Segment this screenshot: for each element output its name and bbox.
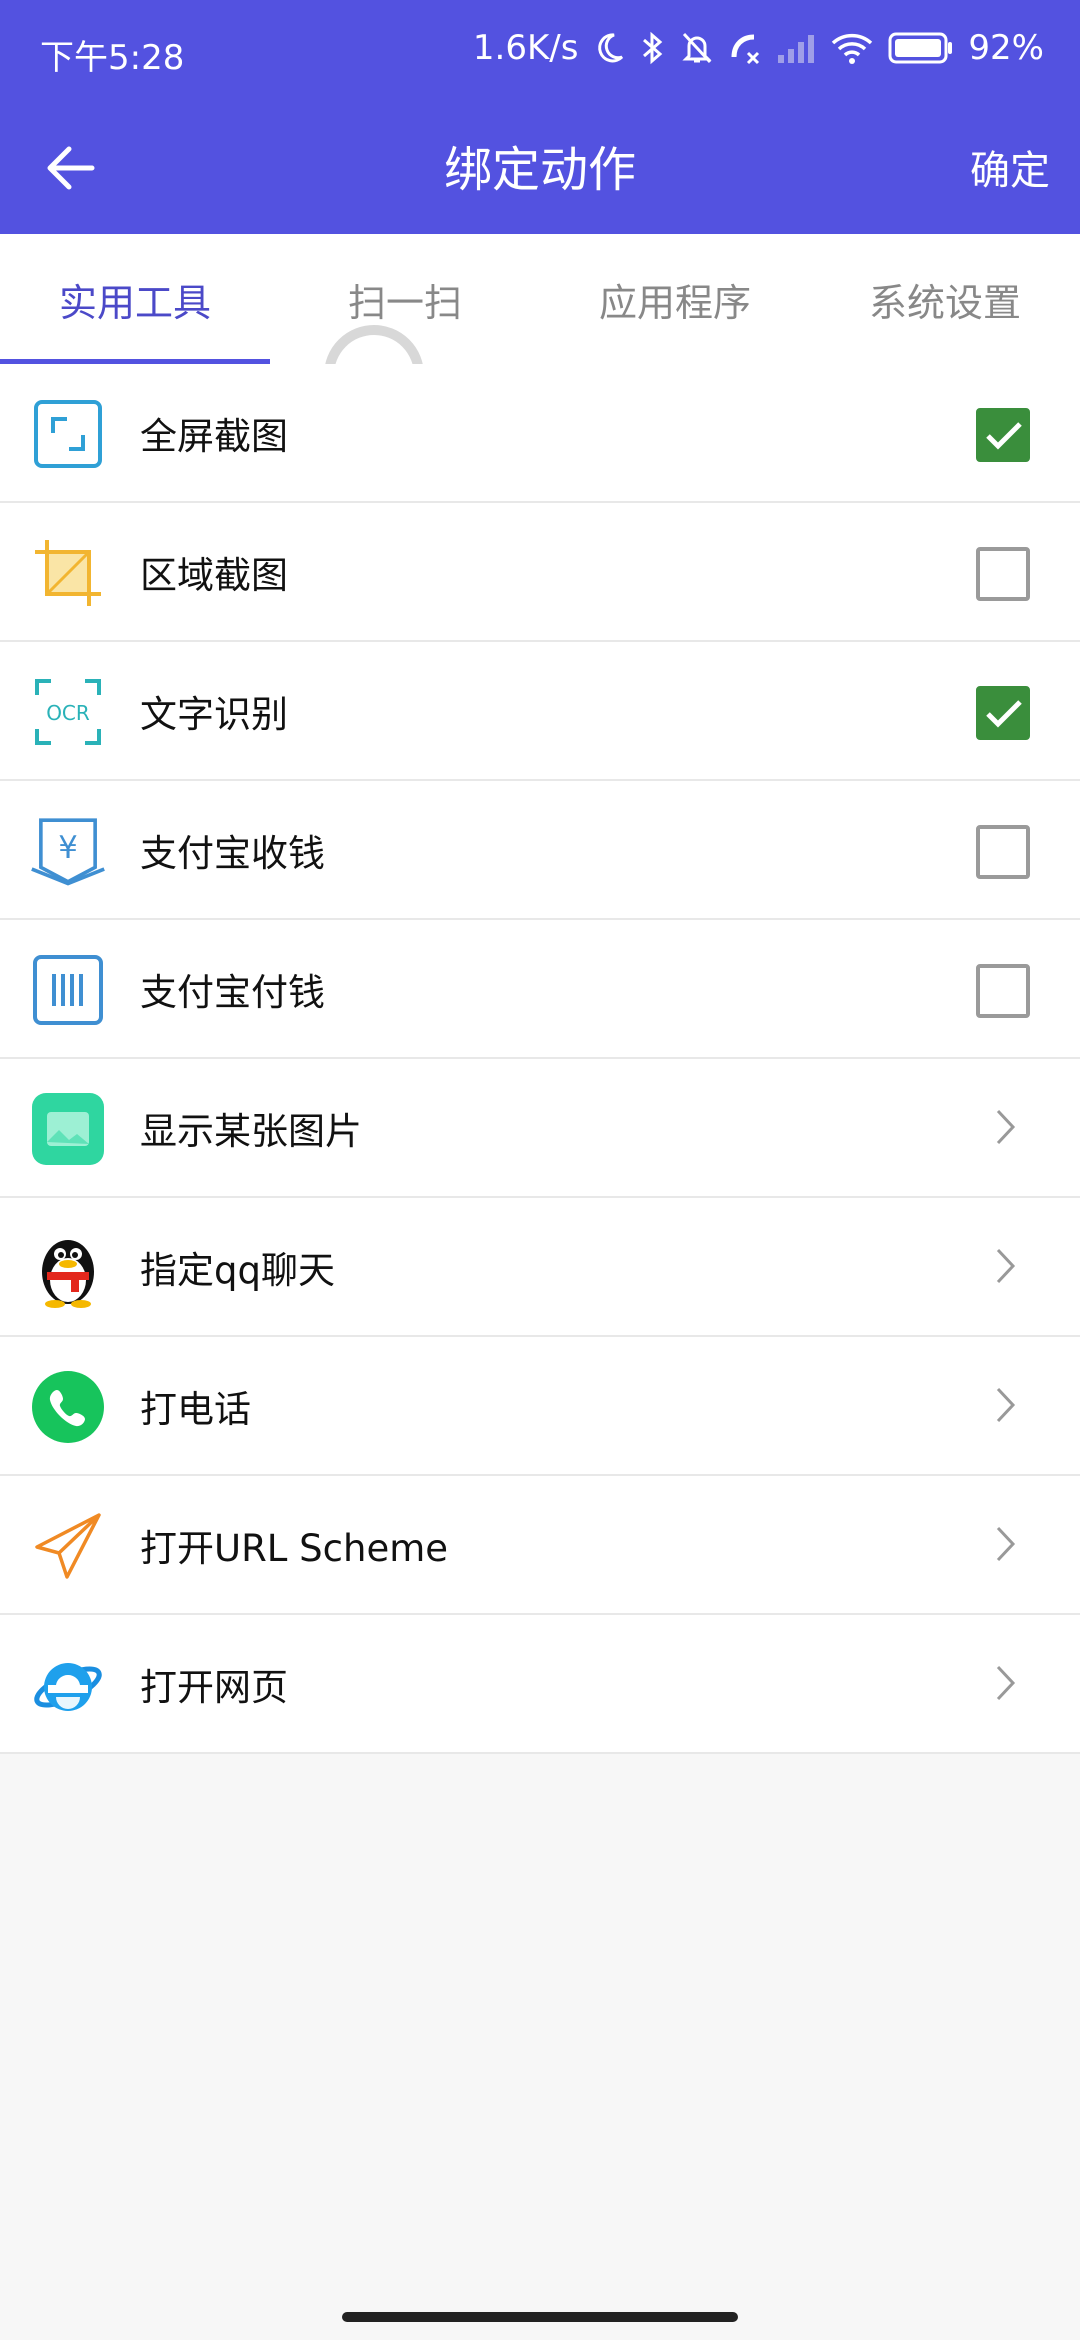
fullscreen-screenshot-icon <box>30 396 106 472</box>
list-item[interactable]: 打开网页 <box>0 1615 1080 1754</box>
item-label: 支付宝收钱 <box>140 831 325 875</box>
tab-system-settings[interactable]: 系统设置 <box>810 234 1080 364</box>
checkbox[interactable] <box>976 686 1030 740</box>
battery-icon <box>888 32 954 64</box>
crop-icon <box>30 535 106 611</box>
battery-percent: 92% <box>968 28 1044 68</box>
status-time: 下午5:28 <box>40 38 185 78</box>
category-tabs: 实用工具 扫一扫 应用程序 系统设置 <box>0 234 1080 364</box>
chevron-right-icon <box>996 1526 1016 1562</box>
item-label: 文字识别 <box>140 692 288 736</box>
alipay-pay-icon <box>30 952 106 1028</box>
chevron-right-icon <box>996 1665 1016 1701</box>
paper-plane-icon <box>30 1508 106 1584</box>
qq-penguin-icon <box>30 1230 106 1308</box>
image-icon <box>30 1091 106 1167</box>
item-label: 打电话 <box>140 1387 251 1431</box>
item-label: 打开URL Scheme <box>140 1526 449 1570</box>
checkmark-icon <box>986 700 1022 728</box>
bell-off-icon <box>680 30 714 66</box>
list-item[interactable]: 指定qq聊天 <box>0 1198 1080 1337</box>
list-item[interactable]: 打开URL Scheme <box>0 1476 1080 1615</box>
home-indicator[interactable] <box>342 2312 738 2322</box>
list-item[interactable]: 打电话 <box>0 1337 1080 1476</box>
checkbox[interactable] <box>976 964 1030 1018</box>
list-item[interactable]: OCR 文字识别 <box>0 642 1080 781</box>
chevron-right-icon <box>996 1109 1016 1145</box>
status-icons: 1.6K/s 92% <box>473 28 1044 68</box>
list-item[interactable]: 显示某张图片 <box>0 1059 1080 1198</box>
tab-utilities[interactable]: 实用工具 <box>0 234 270 364</box>
item-label: 支付宝付钱 <box>140 970 325 1014</box>
list-item[interactable]: 全屏截图 <box>0 364 1080 503</box>
checkbox[interactable] <box>976 825 1030 879</box>
title-bar: 绑定动作 确定 <box>0 110 1080 220</box>
item-label: 全屏截图 <box>140 414 288 458</box>
action-list: 全屏截图 区域截图 OCR 文字识别 ¥ 支付宝收钱 支付宝付钱 显示某张图片 … <box>0 364 1080 1754</box>
phone-icon <box>30 1369 106 1445</box>
checkbox[interactable] <box>976 408 1030 462</box>
confirm-button[interactable]: 确定 <box>970 138 1050 196</box>
network-speed: 1.6K/s <box>472 28 579 68</box>
ie-browser-icon <box>30 1647 106 1723</box>
item-label: 打开网页 <box>140 1665 288 1709</box>
list-item[interactable]: 区域截图 <box>0 503 1080 642</box>
call-off-icon <box>728 31 762 65</box>
checkmark-icon <box>986 422 1022 450</box>
moon-icon <box>592 31 626 65</box>
wifi-icon <box>830 31 874 65</box>
signal-icon <box>776 33 816 63</box>
chevron-right-icon <box>996 1248 1016 1284</box>
list-item[interactable]: ¥ 支付宝收钱 <box>0 781 1080 920</box>
tab-applications[interactable]: 应用程序 <box>540 234 810 364</box>
item-label: 指定qq聊天 <box>140 1248 335 1292</box>
bluetooth-icon <box>640 30 666 66</box>
chevron-right-icon <box>996 1387 1016 1423</box>
checkbox[interactable] <box>976 547 1030 601</box>
list-item[interactable]: 支付宝付钱 <box>0 920 1080 1059</box>
item-label: 显示某张图片 <box>140 1109 362 1153</box>
status-bar: 下午5:28 1.6K/s 92% <box>0 0 1080 96</box>
alipay-receive-icon: ¥ <box>30 813 106 889</box>
svg-text:OCR: OCR <box>46 701 90 725</box>
page-title: 绑定动作 <box>443 142 636 198</box>
item-label: 区域截图 <box>140 553 288 597</box>
svg-text:¥: ¥ <box>58 830 78 866</box>
ocr-icon: OCR <box>30 674 106 750</box>
app-bar: 下午5:28 1.6K/s 92% 绑定动作 确定 <box>0 0 1080 234</box>
